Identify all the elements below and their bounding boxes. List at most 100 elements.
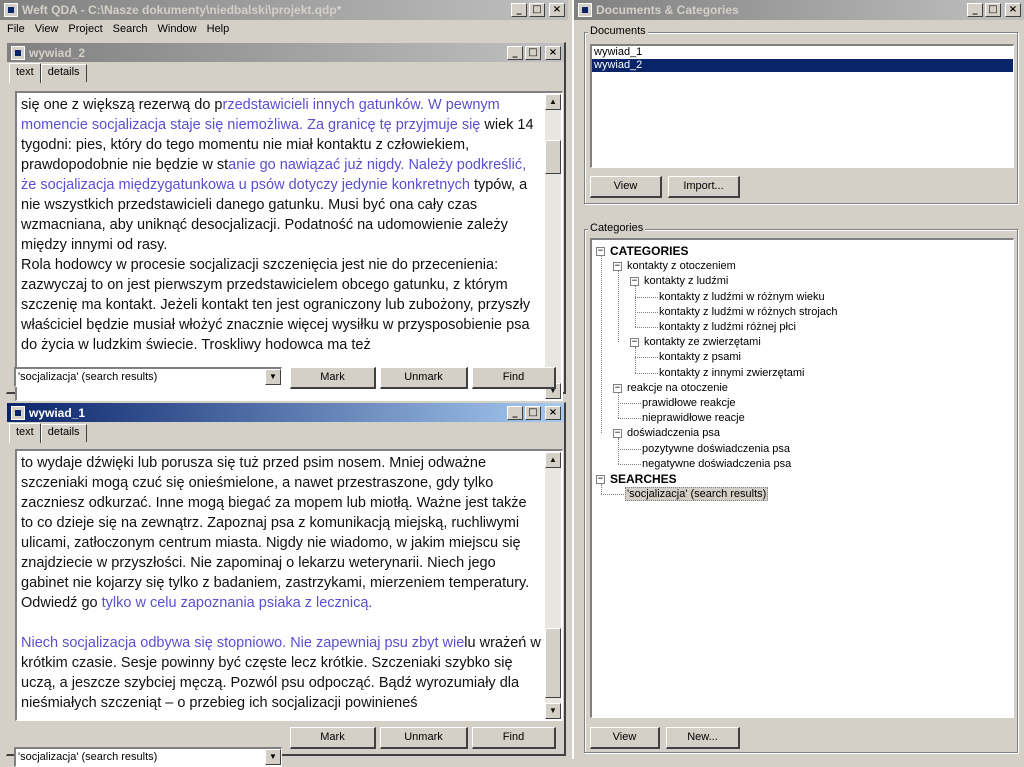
chevron-down-icon[interactable]: ▼ xyxy=(265,749,281,765)
tree-node-text: kontakty z ludźmi różnej płci xyxy=(659,321,796,333)
menu-search[interactable]: Search xyxy=(108,23,153,35)
main-titlebar[interactable]: Weft QDA - C:\Nasze dokumenty\niedbalski… xyxy=(0,0,568,20)
scroll-up-icon[interactable]: ▲ xyxy=(545,452,561,468)
tree-node-label[interactable]: nieprawidłowe reacje xyxy=(642,411,745,425)
categories-tree[interactable]: − CATEGORIES − kontakty z otoczeniem − kontak… xyxy=(590,238,1014,718)
tree-node-text: kontakty ze zwierzętami xyxy=(644,336,761,349)
close-button[interactable]: × xyxy=(549,3,565,17)
expander-icon[interactable]: − xyxy=(596,247,605,256)
main-title: Weft QDA - C:\Nasze dokumenty\niedbalski… xyxy=(22,3,342,17)
doc-titlebar[interactable]: wywiad_2 _ □ × xyxy=(7,43,564,62)
menu-file[interactable]: File xyxy=(2,23,30,35)
doc-title: wywiad_1 xyxy=(29,405,86,420)
mark-button[interactable]: Mark xyxy=(290,367,376,389)
tree-node-text: kontakty z ludźmi w różnych strojach xyxy=(659,305,838,318)
import-button[interactable]: Import... xyxy=(668,176,740,198)
tree-node-text: doświadczenia psa xyxy=(627,427,720,440)
tab-text[interactable]: text xyxy=(9,423,41,443)
documents-label: Documents xyxy=(588,25,648,37)
tree-node-label[interactable]: SEARCHES xyxy=(610,472,677,486)
scroll-thumb[interactable] xyxy=(545,140,561,174)
new-category-button[interactable]: New... xyxy=(666,727,740,749)
chevron-down-icon[interactable]: ▼ xyxy=(265,369,281,385)
view-category-button[interactable]: View xyxy=(590,727,660,749)
tree-node-label[interactable]: doświadczenia psa xyxy=(627,426,720,440)
doc-titlebar[interactable]: wywiad_1 _ □ × xyxy=(7,403,564,422)
scroll-up-icon[interactable]: ▲ xyxy=(545,94,561,110)
tree-node-text: kontakty z ludźmi xyxy=(644,275,729,288)
search-combo-value: 'socjalizacja' (search results) xyxy=(18,751,158,763)
minimize-button[interactable]: _ xyxy=(967,3,983,17)
expander-icon[interactable]: − xyxy=(613,262,622,272)
tree-node-text: CATEGORIES xyxy=(610,244,689,258)
dc-titlebar[interactable]: Documents & Categories _ □ × xyxy=(574,0,1024,20)
tab-details[interactable]: details xyxy=(40,64,87,82)
list-item[interactable]: wywiad_2 xyxy=(592,59,1013,72)
scroll-down-icon[interactable]: ▼ xyxy=(545,703,561,719)
tree-node-label[interactable]: 'socjalizacja' (search results) xyxy=(625,487,769,502)
expander-icon[interactable]: − xyxy=(630,338,639,348)
tree-node-label[interactable]: kontakty ze zwierzętami xyxy=(644,335,761,349)
tree-node-label[interactable]: kontakty z ludźmi w różnym wieku xyxy=(659,290,825,304)
tree-connector xyxy=(635,357,658,359)
maximize-button[interactable]: □ xyxy=(529,3,545,17)
search-combo[interactable]: 'socjalizacja' (search results) ▼ xyxy=(14,367,282,387)
tree-node-label[interactable]: kontakty z otoczeniem xyxy=(627,259,736,273)
unmark-button[interactable]: Unmark xyxy=(380,367,468,389)
document-text-content: to wydaje dźwięki lub porusza się tuż pr… xyxy=(21,455,541,711)
maximize-button[interactable]: □ xyxy=(525,45,541,60)
tree-connector xyxy=(618,438,619,464)
find-button[interactable]: Find xyxy=(472,367,556,389)
tree-connector xyxy=(618,271,619,343)
tree-node-label[interactable]: kontakty z innymi zwierzętami xyxy=(659,366,805,380)
expander-icon[interactable]: − xyxy=(613,429,622,439)
minimize-button[interactable]: _ xyxy=(511,3,527,17)
menu-window[interactable]: Window xyxy=(153,23,202,35)
tree-node-label[interactable]: kontakty z ludźmi xyxy=(644,274,728,288)
unmark-button[interactable]: Unmark xyxy=(380,727,468,749)
document-text[interactable]: to wydaje dźwięki lub porusza się tuż pr… xyxy=(15,449,563,721)
maximize-button[interactable]: □ xyxy=(525,405,541,420)
vertical-scrollbar[interactable]: ▲ ▼ xyxy=(545,452,561,719)
document-text[interactable]: się one z większą rezerwą do przedstawic… xyxy=(15,91,563,401)
documents-list[interactable]: wywiad_1 wywiad_2 xyxy=(590,44,1014,168)
tree-node-text: kontakty z psami xyxy=(659,351,741,364)
tree-node-label[interactable]: CATEGORIES xyxy=(610,244,688,258)
close-button[interactable]: × xyxy=(1005,3,1021,17)
doc-window-wywiad-2: wywiad_2 _ □ × text details się one z wi… xyxy=(6,42,566,401)
tree-node-text: SEARCHES xyxy=(610,472,677,486)
menu-project[interactable]: Project xyxy=(63,23,107,35)
minimize-button[interactable]: _ xyxy=(507,405,523,420)
tree-node-text: pozytywne doświadczenia psa xyxy=(642,442,790,455)
tree-node-label[interactable]: pozytywne doświadczenia psa xyxy=(642,442,790,456)
close-button[interactable]: × xyxy=(545,405,561,420)
tree-node-label[interactable]: reakcje na otoczenie xyxy=(627,381,728,395)
search-combo[interactable]: 'socjalizacja' (search results) ▼ xyxy=(14,747,282,767)
view-button[interactable]: View xyxy=(590,176,662,198)
tree-node-text: kontakty z ludźmi w różnym wieku xyxy=(659,290,825,303)
tree-node-label[interactable]: kontakty z psami xyxy=(659,350,741,364)
tree-node-label[interactable]: kontakty z ludźmi różnej płci xyxy=(659,320,796,334)
maximize-button[interactable]: □ xyxy=(985,3,1001,17)
tab-text[interactable]: text xyxy=(9,63,41,83)
scroll-thumb[interactable] xyxy=(545,628,561,698)
tree-node-text: prawidłowe reakcje xyxy=(642,397,736,409)
list-item[interactable]: wywiad_1 xyxy=(592,46,1013,59)
mark-button[interactable]: Mark xyxy=(290,727,376,749)
find-button[interactable]: Find xyxy=(472,727,556,749)
menu-view[interactable]: View xyxy=(30,23,64,35)
minimize-button[interactable]: _ xyxy=(507,45,523,60)
menu-help[interactable]: Help xyxy=(202,23,235,35)
tree-node-label[interactable]: kontakty z ludźmi w różnych strojach xyxy=(659,305,838,319)
tree-node-label[interactable]: negatywne doświadczenia psa xyxy=(642,457,791,471)
vertical-scrollbar[interactable]: ▲ ▼ xyxy=(545,94,561,399)
tree-node-label[interactable]: prawidłowe reakcje xyxy=(642,396,736,410)
tab-details[interactable]: details xyxy=(40,424,87,442)
expander-icon[interactable]: − xyxy=(630,277,639,287)
doc-window-wywiad-1: wywiad_1 _ □ × text details to wydaje dź… xyxy=(6,402,566,756)
dc-title: Documents & Categories xyxy=(596,3,739,17)
close-button[interactable]: × xyxy=(545,45,561,60)
expander-icon[interactable]: − xyxy=(596,475,605,484)
expander-icon[interactable]: − xyxy=(613,383,622,393)
tree-node-text: kontakty z innymi zwierzętami xyxy=(659,366,805,379)
